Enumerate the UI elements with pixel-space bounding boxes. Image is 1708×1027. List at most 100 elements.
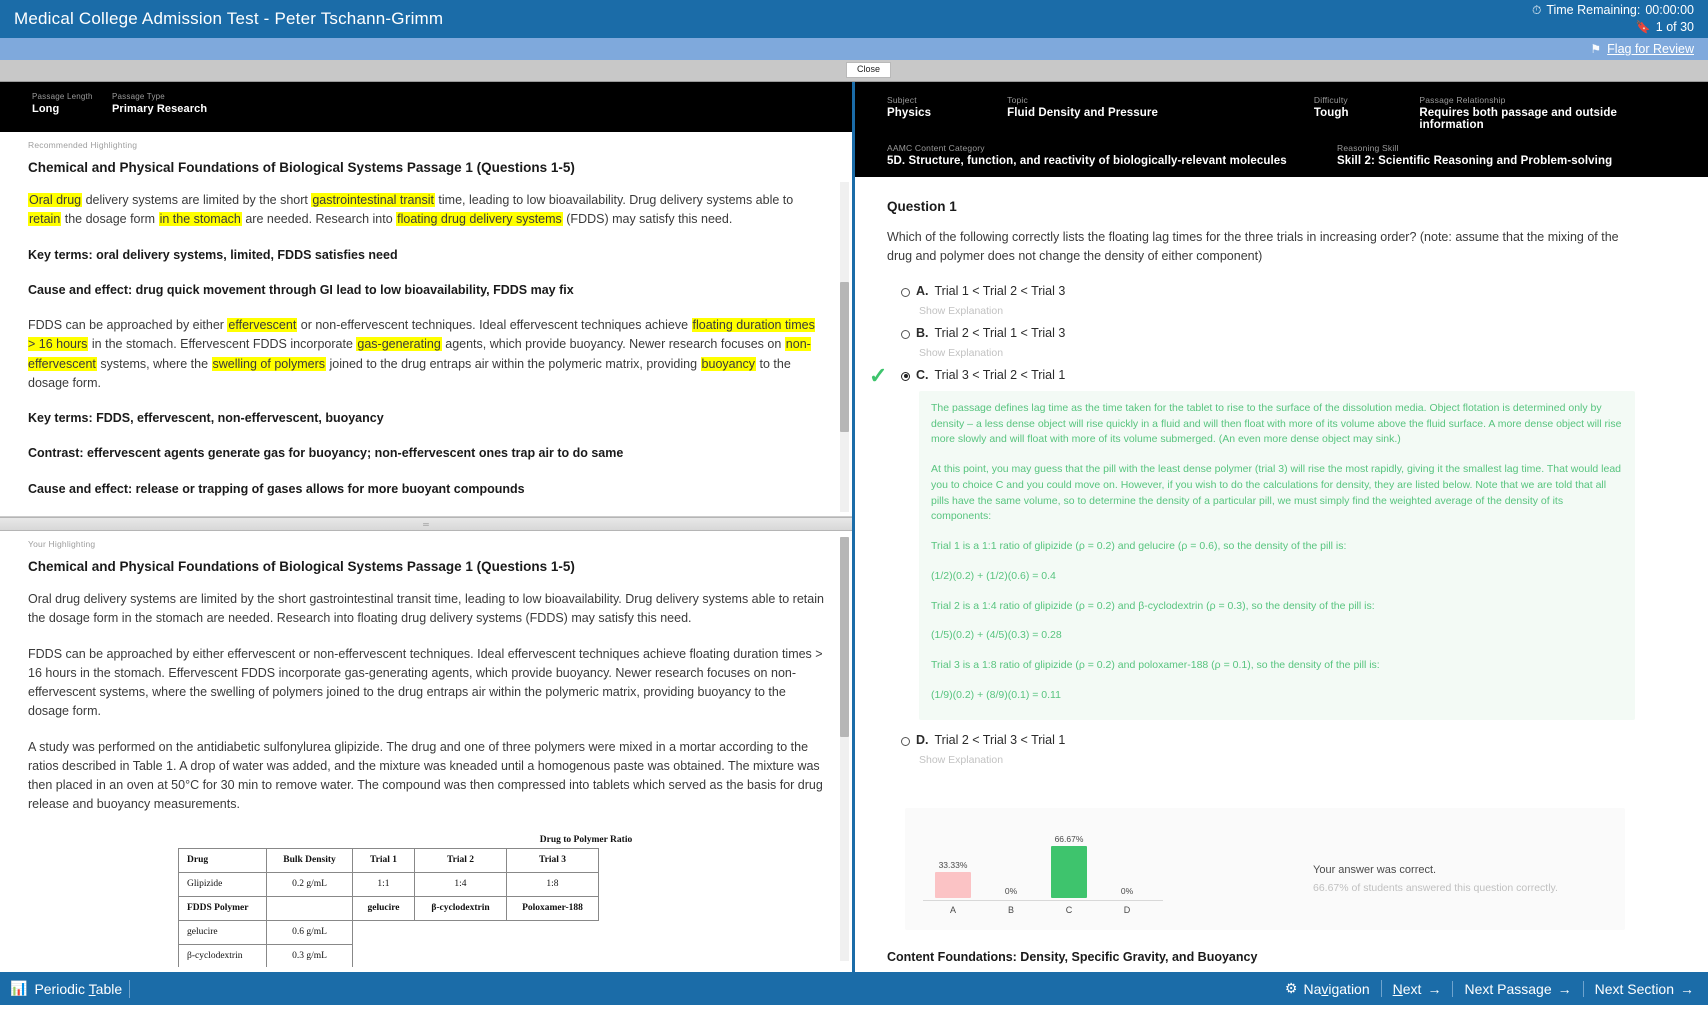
close-button[interactable]: Close [846, 62, 892, 78]
reasoning-skill-value: Skill 2: Scientific Reasoning and Proble… [1337, 155, 1613, 167]
choice-text: Trial 3 < Trial 2 < Trial 1 [934, 367, 1066, 382]
chart-axis-labels: A B C D [923, 899, 1163, 915]
radio-button[interactable] [901, 329, 910, 339]
choice-letter: B. [916, 325, 929, 340]
reasoning-skill-label: Reasoning Skill [1337, 143, 1399, 153]
table-cell: β-cyclodextrin [178, 943, 267, 967]
recommended-heading: Chemical and Physical Foundations of Bio… [28, 160, 575, 175]
reasoning-skill-block: Reasoning Skill Skill 2: Scientific Reas… [1337, 143, 1612, 167]
choice-line[interactable]: C. Trial 3 < Trial 2 < Trial 1 [901, 365, 1680, 385]
show-explanation-link[interactable]: Show Explanation [919, 754, 1680, 766]
recommended-key-terms-1: Key terms: oral delivery systems, limite… [28, 247, 398, 262]
flag-icon[interactable]: ⚑ [1590, 42, 1601, 56]
chart-bar [935, 871, 971, 898]
passage-relationship-label: Passage Relationship [1419, 95, 1506, 105]
clock-icon: ⏱ [1531, 3, 1542, 18]
passage-meta-header: Passage Length Long Passage Type Primary… [0, 82, 852, 132]
arrow-right-icon-2: → [1557, 980, 1572, 997]
answer-choice-c[interactable]: ✓ C. Trial 3 < Trial 2 < Trial 1 The passag… [869, 364, 1680, 720]
radio-button[interactable] [901, 287, 910, 297]
radio-button[interactable] [901, 371, 910, 381]
chart-bar-value: 0% [1004, 885, 1018, 896]
table-header-row: Drug Bulk Density Trial 1 Trial 2 Trial … [178, 847, 599, 873]
stat-text: 66.67% of students answered this questio… [1313, 881, 1558, 894]
your-highlighting-scrollbar[interactable] [840, 537, 849, 961]
highlighted-text: Oral drug [28, 193, 83, 207]
drug-polymer-table: Drug Bulk Density Trial 1 Trial 2 Trial … [178, 847, 599, 967]
table-cell: gelucire [178, 919, 267, 945]
next-passage-button[interactable]: Next Passage → [1453, 980, 1584, 997]
chart-bar-column: 0% [1109, 816, 1145, 898]
explanation-panel: The passage defines lag time as the time… [919, 390, 1635, 720]
your-highlighting-paragraph-3: A study was performed on the antidiabeti… [28, 739, 823, 812]
chart-bar-value: 66.67% [1054, 833, 1084, 844]
choice-text: Trial 2 < Trial 3 < Trial 1 [934, 732, 1066, 747]
difficulty-label: Difficulty [1313, 95, 1348, 105]
table-spanning-header: Drug to Polymer Ratio [539, 834, 633, 845]
recommended-cause-effect-1: Cause and effect: drug quick movement th… [28, 282, 574, 297]
col-bulk-density: Bulk Density [266, 847, 353, 873]
answer-choice-d[interactable]: D. Trial 2 < Trial 3 < Trial 1 Show Explan… [901, 730, 1680, 766]
next-section-button[interactable]: Next Section → [1584, 981, 1698, 997]
table-cell: β-cyclodextrin [414, 895, 507, 921]
pane-splitter[interactable] [0, 517, 852, 531]
explanation-paragraph: Trial 3 is a 1:8 ratio of glipizide (ρ =… [931, 659, 1380, 671]
recommended-contrast: Contrast: effervescent agents generate g… [28, 446, 624, 461]
table-cell [415, 944, 507, 967]
highlighted-text: retain [28, 212, 62, 227]
recommended-key-terms-2: Key terms: FDDS, effervescent, non-effer… [28, 411, 384, 425]
header-status-group: ⏱ Time Remaining: 00:00:00 🔖 1 of 30 [1532, 2, 1694, 36]
your-highlighting-heading: Chemical and Physical Foundations of Bio… [28, 559, 575, 574]
answer-choice-a[interactable]: A. Trial 1 < Trial 2 < Trial 3 Show Explan… [901, 281, 1680, 317]
navigation-button[interactable]: ⚙ Navigation [1274, 980, 1382, 997]
show-explanation-link[interactable]: Show Explanation [919, 347, 1680, 359]
passage-length-block: Passage Length Long [32, 92, 98, 115]
table-cell: 0.2 g/mL [266, 871, 353, 897]
recommended-cause-effect-2: Cause and effect: release or trapping of… [28, 481, 525, 496]
drug-polymer-table-wrap: Drug to Polymer Ratio Drug Bulk Density … [28, 834, 824, 967]
table-cell: Glipizide [178, 871, 267, 897]
result-text: Your answer was correct. [1313, 863, 1437, 876]
choice-line[interactable]: A. Trial 1 < Trial 2 < Trial 3 [901, 281, 1680, 301]
table-cell: Poloxamer-188 [506, 895, 599, 921]
explanation-paragraph: The passage defines lag time as the time… [931, 401, 1622, 446]
subject-value: Physics [887, 107, 932, 119]
table-cell: 0.6 g/mL [266, 919, 353, 945]
radio-button[interactable] [901, 736, 910, 746]
table-icon: 📊 [10, 980, 28, 996]
answer-distribution-card: 33.33% 0% 66.67% 0% A B C D Your answer was co… [905, 807, 1625, 930]
highlighted-text: floating drug delivery systems [396, 212, 563, 227]
passage-length-value: Long [32, 103, 60, 115]
periodic-table-button[interactable]: Periodic Table [34, 981, 122, 997]
choice-line[interactable]: B. Trial 2 < Trial 1 < Trial 3 [901, 323, 1680, 343]
check-icon: ✓ [869, 362, 888, 388]
question-counter: 1 of 30 [1655, 20, 1694, 34]
result-summary: Your answer was correct. 66.67% of stude… [1313, 864, 1558, 920]
aamc-category-block: AAMC Content Category 5D. Structure, fun… [887, 143, 1323, 167]
subject-label: Subject [887, 95, 917, 105]
next-button[interactable]: Next → [1382, 980, 1454, 997]
table-cell [507, 944, 599, 967]
answer-choice-b[interactable]: B. Trial 2 < Trial 1 < Trial 3 Show Explan… [901, 323, 1680, 359]
question-body: Question 1 Which of the following correc… [855, 177, 1708, 972]
recommended-highlighting-doc[interactable]: Recommended Highlighting Chemical and Ph… [0, 132, 852, 517]
arrow-right-icon: → [1427, 980, 1442, 997]
flag-for-review-button[interactable]: Flag for Review [1607, 42, 1694, 56]
table-row: gelucire 0.6 g/mL [178, 919, 599, 945]
show-explanation-link[interactable]: Show Explanation [919, 305, 1680, 317]
your-highlighting-doc[interactable]: Your Highlighting Chemical and Physical … [0, 531, 852, 967]
passage-length-label: Passage Length [32, 92, 93, 101]
question-pane: Subject Physics Topic Fluid Density and … [855, 82, 1708, 972]
recommended-scrollbar[interactable] [840, 182, 849, 512]
choice-line[interactable]: D. Trial 2 < Trial 3 < Trial 1 [901, 730, 1680, 750]
question-stem: Which of the following correctly lists t… [887, 230, 1619, 264]
col-trial-1: Trial 1 [352, 847, 415, 873]
choice-letter: D. [916, 732, 929, 747]
choice-letter: A. [916, 283, 929, 298]
footer-divider [129, 979, 131, 998]
passage-type-label: Passage Type [112, 92, 165, 101]
table-head: Drug Bulk Density Trial 1 Trial 2 Trial … [178, 847, 599, 873]
app-header: Medical College Admission Test - Peter T… [0, 0, 1708, 38]
highlighted-text: swelling of polymers [211, 356, 327, 371]
explanation-paragraph: (1/2)(0.2) + (1/2)(0.6) = 0.4 [931, 569, 1056, 582]
